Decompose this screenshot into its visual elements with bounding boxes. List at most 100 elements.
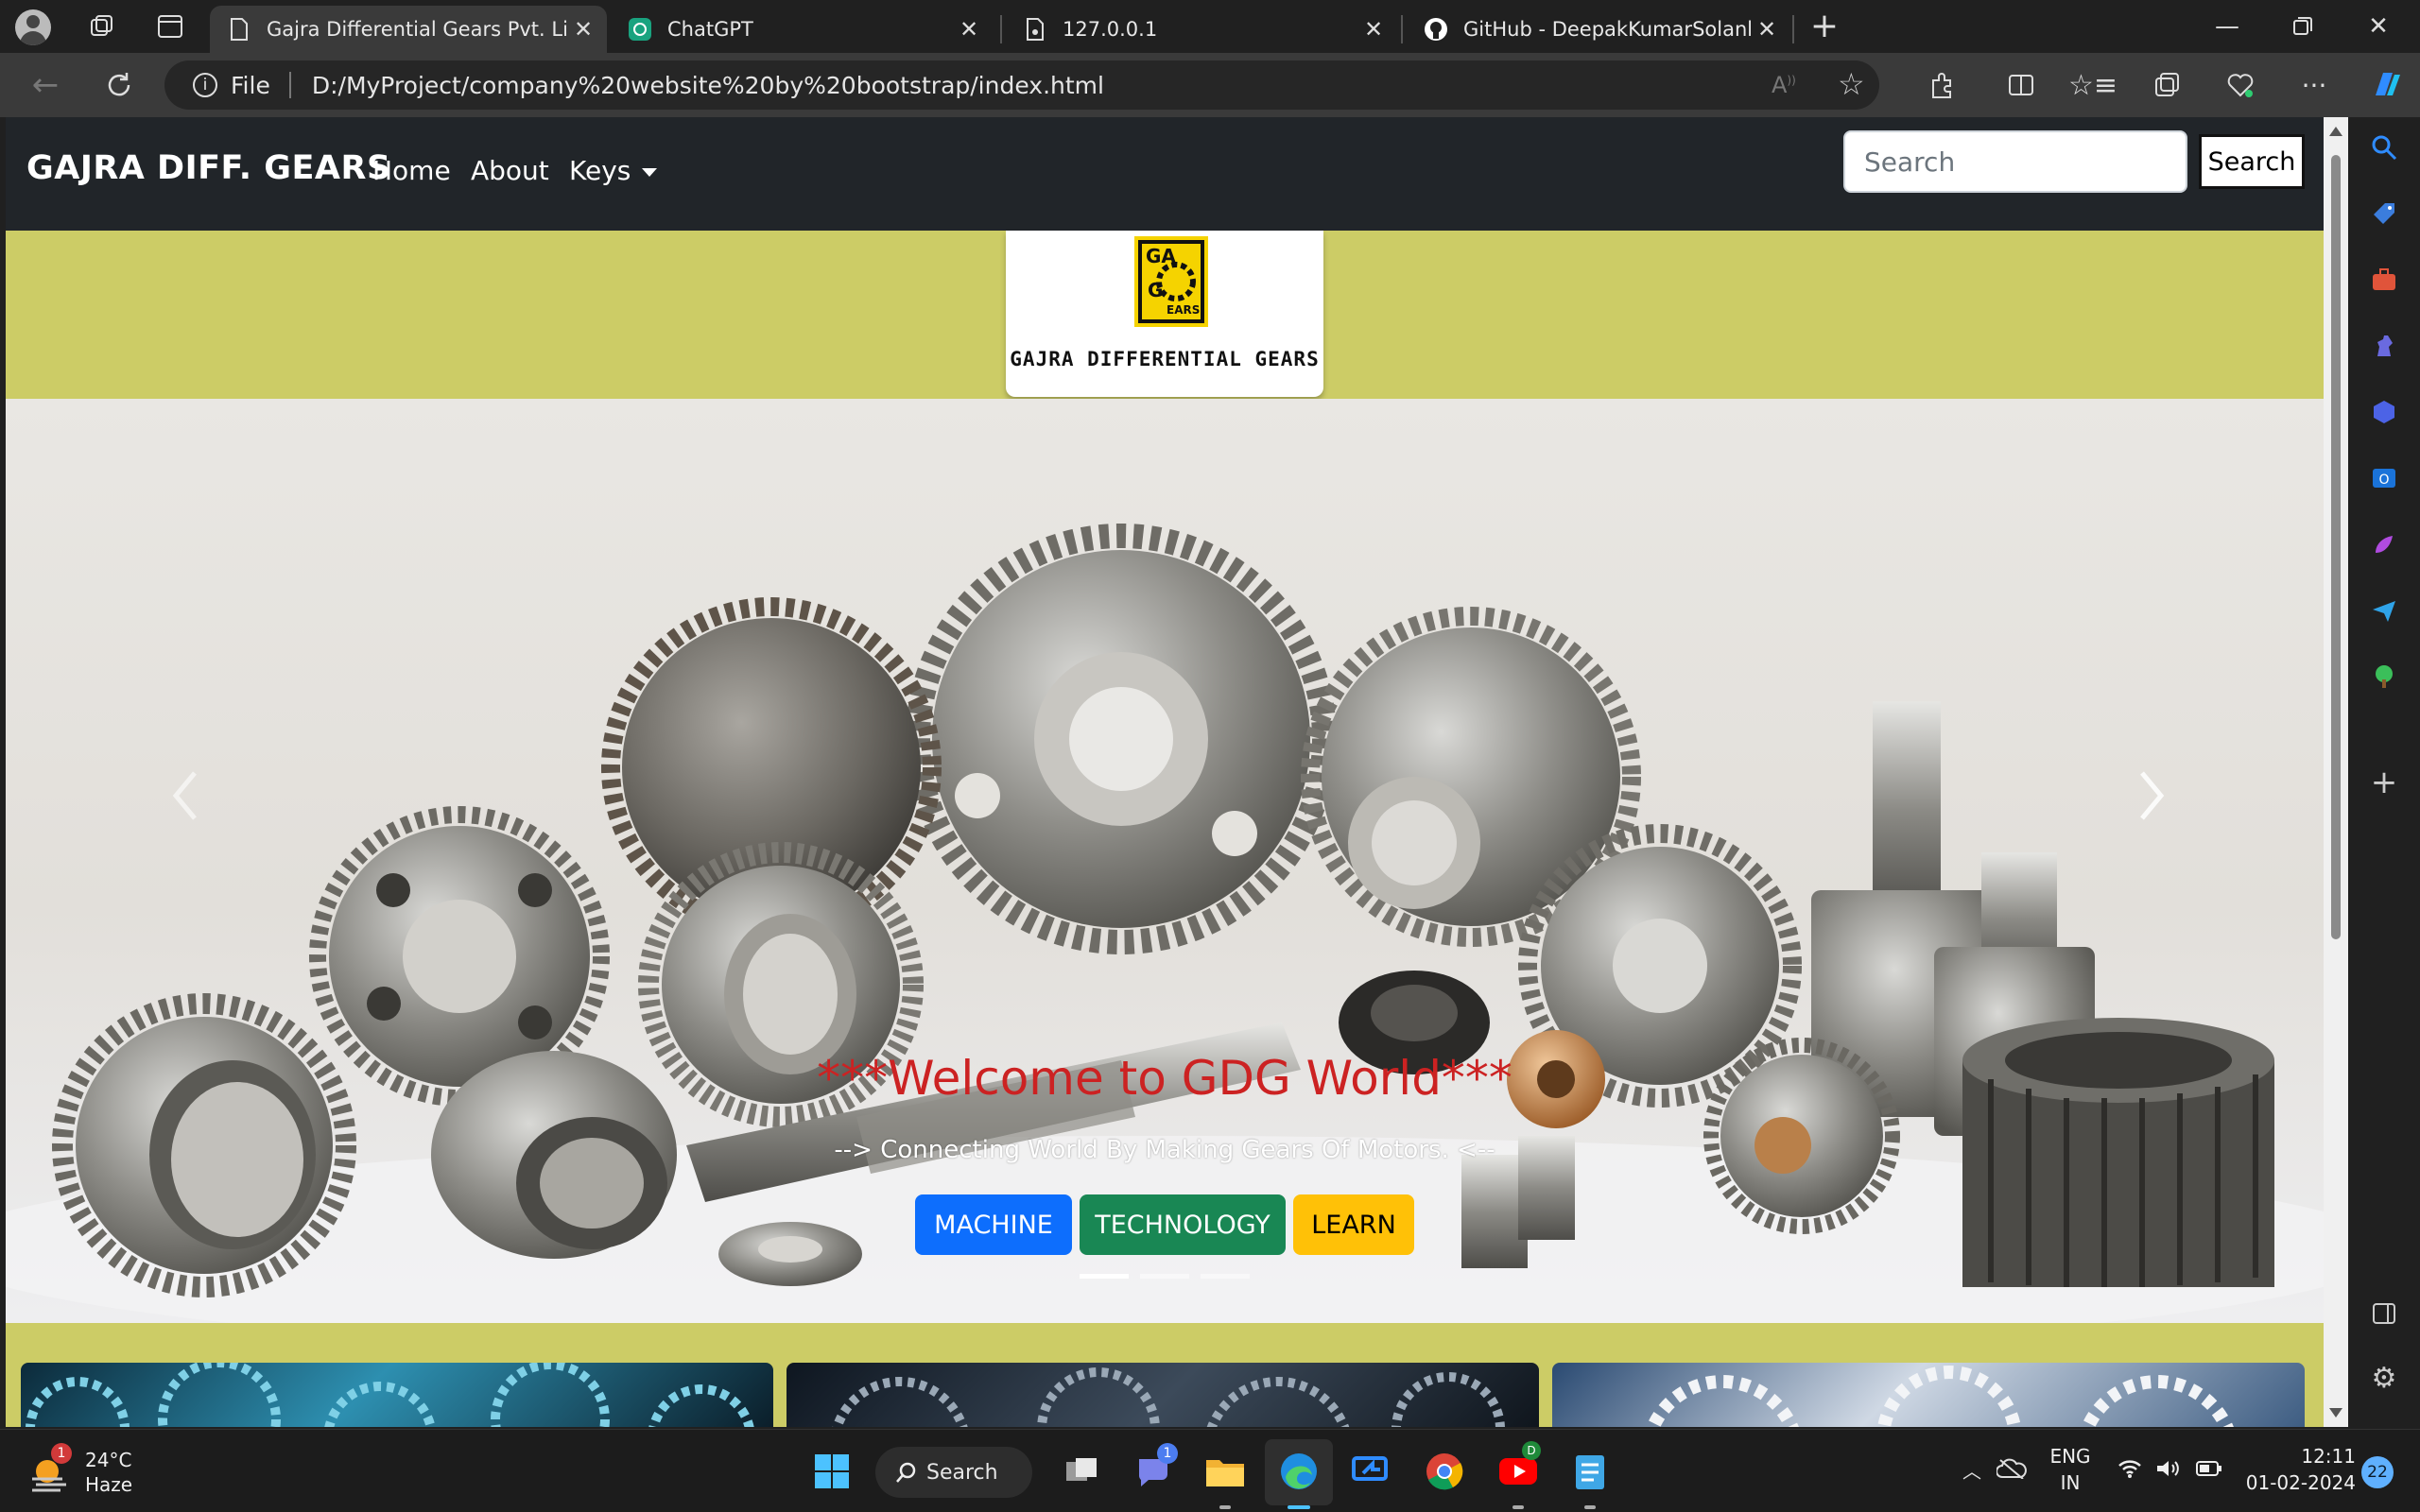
scroll-down-arrow-icon[interactable]	[2329, 1408, 2342, 1418]
card-image-2[interactable]	[786, 1363, 1539, 1427]
start-windows-icon[interactable]	[807, 1447, 856, 1496]
carousel-indicator-1[interactable]	[1080, 1274, 1129, 1279]
edge-browser-icon[interactable]	[1274, 1447, 1323, 1496]
scroll-up-arrow-icon[interactable]	[2329, 127, 2342, 136]
youtube-icon[interactable]: D	[1494, 1441, 1543, 1496]
show-hidden-icons[interactable]: ︿	[1962, 1456, 1981, 1484]
nav-home[interactable]: Home	[372, 155, 451, 186]
favorite-star-icon[interactable]: ☆	[1838, 66, 1865, 102]
minimize-icon[interactable]: —	[2189, 0, 2265, 53]
company-logo[interactable]: GA G EARS GAJRA DIFFERENTIAL GEARS	[1006, 231, 1323, 397]
language-line1[interactable]: ENG	[2044, 1445, 2097, 1468]
close-tab-icon[interactable]: ✕	[953, 13, 985, 45]
sidebar-tools-icon[interactable]	[2365, 261, 2403, 299]
omnibox-separator	[288, 72, 291, 98]
restore-icon[interactable]	[2265, 0, 2341, 53]
sidebar-send-icon[interactable]	[2365, 592, 2403, 629]
profile-avatar-icon[interactable]	[15, 9, 51, 45]
refresh-icon[interactable]	[96, 62, 142, 108]
close-tab-icon[interactable]: ✕	[567, 13, 599, 45]
sidebar-hide-icon[interactable]	[2365, 1295, 2403, 1332]
remote-desktop-icon[interactable]	[1346, 1447, 1395, 1496]
nav-keys-label: Keys	[569, 155, 631, 186]
carousel-next-button[interactable]	[2114, 739, 2189, 852]
wifi-icon[interactable]	[2118, 1458, 2142, 1483]
card-image-3[interactable]	[1552, 1363, 2305, 1427]
machine-button[interactable]: MACHINE	[915, 1194, 1072, 1255]
running-indicator	[1219, 1505, 1231, 1509]
site-search-button[interactable]: Search	[2199, 134, 2305, 189]
close-window-icon[interactable]: ✕	[2341, 0, 2416, 53]
file-explorer-icon[interactable]	[1201, 1447, 1250, 1496]
vertical-tabs-icon[interactable]	[155, 11, 185, 42]
new-tab-icon[interactable]: +	[1806, 8, 1843, 45]
carousel-caption-subtitle: --> Connecting World By Making Gears Of …	[834, 1136, 1495, 1164]
technology-button[interactable]: TECHNOLOGY	[1080, 1194, 1286, 1255]
sidebar-shopping-icon[interactable]	[2365, 195, 2403, 232]
address-bar[interactable]: i File D:/MyProject/company%20website%20…	[164, 60, 1879, 110]
site-brand[interactable]: GAJRA DIFF. GEARS	[26, 149, 391, 187]
read-aloud-icon[interactable]: A))	[1772, 72, 1796, 98]
svg-text:O: O	[2378, 472, 2389, 488]
chevron-right-icon	[2140, 771, 2165, 820]
onedrive-icon[interactable]	[1996, 1458, 2027, 1483]
split-screen-icon[interactable]	[1998, 62, 2044, 108]
tab-separator	[1000, 15, 1002, 43]
carousel-caption-title: ***Welcome to GDG World***	[817, 1051, 1512, 1106]
carousel-prev-button[interactable]	[147, 739, 223, 852]
search-icon	[896, 1462, 916, 1483]
scroll-thumb[interactable]	[2331, 155, 2341, 939]
carousel-indicator-2[interactable]	[1140, 1274, 1189, 1279]
tab-localhost[interactable]: 127.0.0.1 ✕	[1006, 6, 1397, 53]
site-search-input[interactable]	[1843, 130, 2187, 193]
logo-caption: GAJRA DIFFERENTIAL GEARS	[1010, 348, 1320, 370]
clock-time[interactable]: 12:11	[2233, 1445, 2356, 1468]
tab-gajra[interactable]: Gajra Differential Gears Pvt. Limit ✕	[210, 6, 607, 53]
taskbar-search[interactable]: Search	[875, 1447, 1032, 1498]
browser-essentials-icon[interactable]	[2218, 62, 2263, 108]
weather-widget[interactable]: 1 24°C Haze	[28, 1443, 151, 1500]
tab-github[interactable]: GitHub - DeepakKumarSolanki/A ✕	[1407, 6, 1790, 53]
more-menu-icon[interactable]: ···	[2291, 62, 2337, 108]
clock-date[interactable]: 01-02-2024	[2233, 1471, 2356, 1494]
chatgpt-icon	[628, 17, 652, 42]
nav-about[interactable]: About	[471, 155, 549, 186]
teams-chat-icon[interactable]: 1	[1129, 1443, 1178, 1496]
workspaces-icon[interactable]	[87, 11, 117, 42]
page-scrollbar[interactable]	[2324, 117, 2348, 1427]
scheme-label: File	[231, 71, 270, 99]
close-tab-icon[interactable]: ✕	[1357, 13, 1390, 45]
cards-row	[6, 1323, 2324, 1427]
volume-icon[interactable]	[2155, 1458, 2182, 1483]
sidebar-settings-icon[interactable]: ⚙	[2365, 1359, 2403, 1397]
sidebar-designer-icon[interactable]	[2365, 525, 2403, 563]
back-icon[interactable]: ←	[23, 62, 68, 108]
weather-temp: 24°C	[85, 1449, 132, 1471]
language-line2[interactable]: IN	[2044, 1471, 2097, 1494]
collections-icon[interactable]	[2144, 62, 2189, 108]
extensions-icon[interactable]	[1919, 62, 1964, 108]
sidebar-games-icon[interactable]	[2365, 327, 2403, 365]
gears-hero-image	[6, 524, 2324, 1323]
tab-chatgpt[interactable]: ChatGPT ✕	[611, 6, 993, 53]
favorites-icon[interactable]: ☆≡	[2068, 62, 2118, 108]
learn-button[interactable]: LEARN	[1293, 1194, 1414, 1255]
carousel-indicator-3[interactable]	[1201, 1274, 1250, 1279]
task-view-icon[interactable]	[1057, 1447, 1106, 1496]
sidebar-m365-icon[interactable]	[2365, 393, 2403, 431]
tab-title: GitHub - DeepakKumarSolanki/A	[1463, 18, 1751, 41]
chrome-icon[interactable]	[1420, 1447, 1469, 1496]
sidebar-search-icon[interactable]	[2365, 129, 2403, 166]
close-tab-icon[interactable]: ✕	[1751, 13, 1783, 45]
battery-icon[interactable]	[2195, 1458, 2223, 1483]
sidebar-add-icon[interactable]: +	[2365, 764, 2403, 801]
sidebar-outlook-icon[interactable]: O	[2365, 459, 2403, 497]
copilot-icon[interactable]	[2363, 62, 2409, 108]
notepad-icon[interactable]	[1565, 1447, 1615, 1496]
card-image-1[interactable]	[21, 1363, 773, 1427]
gajra-gears-logo-mark: GA G EARS	[1134, 236, 1208, 327]
nav-keys-dropdown[interactable]: Keys	[569, 155, 658, 186]
sidebar-tree-icon[interactable]	[2365, 658, 2403, 696]
notifications-badge[interactable]: 22	[2361, 1456, 2394, 1488]
info-icon[interactable]: i	[193, 73, 217, 97]
